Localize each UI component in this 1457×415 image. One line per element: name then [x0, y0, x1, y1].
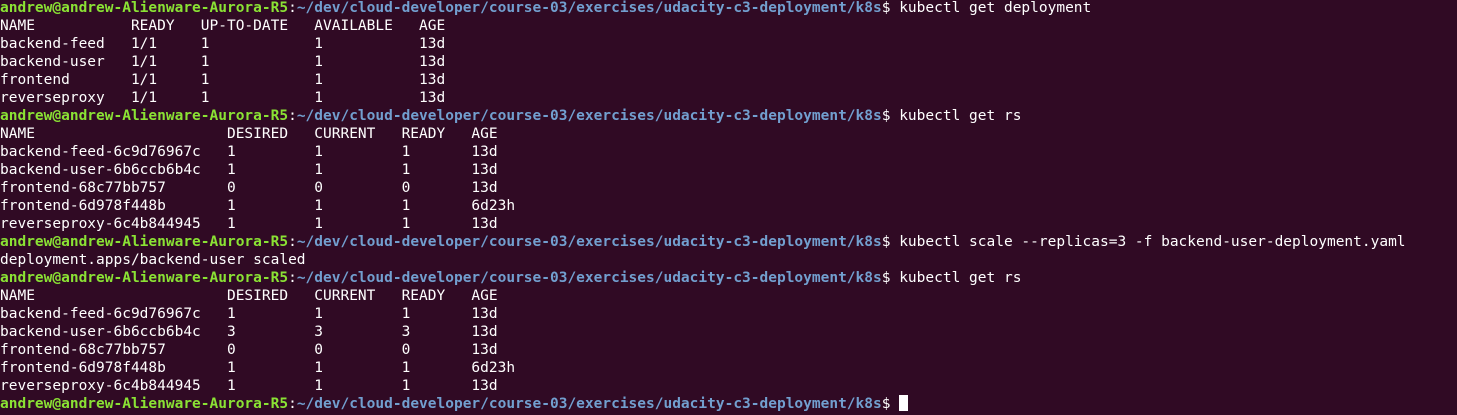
output-line: backend-feed-6c9d76967c 1 1 1 13d	[0, 143, 1457, 161]
output-text: frontend-68c77bb757 0 0 0 13d	[0, 342, 498, 358]
prompt-cwd: ~/dev/cloud-developer/course-03/exercise…	[296, 108, 882, 124]
output-text: NAME READY UP-TO-DATE AVAILABLE AGE	[0, 18, 446, 34]
prompt-cwd: ~/dev/cloud-developer/course-03/exercise…	[296, 270, 882, 286]
output-text: frontend-6d978f448b 1 1 1 6d23h	[0, 360, 516, 376]
prompt-separator: :	[288, 234, 297, 250]
output-line: frontend-68c77bb757 0 0 0 13d	[0, 179, 1457, 197]
output-text: frontend-6d978f448b 1 1 1 6d23h	[0, 198, 516, 214]
prompt-symbol: $	[881, 234, 900, 250]
prompt-symbol: $	[881, 270, 900, 286]
prompt-user-host: andrew@andrew-Alienware-Aurora-R5	[0, 108, 289, 124]
prompt-separator: :	[288, 270, 297, 286]
output-line: NAME DESIRED CURRENT READY AGE	[0, 287, 1457, 305]
output-line: NAME READY UP-TO-DATE AVAILABLE AGE	[0, 17, 1457, 35]
output-text: reverseproxy-6c4b844945 1 1 1 13d	[0, 216, 498, 232]
prompt-separator: :	[288, 108, 297, 124]
prompt-user-host: andrew@andrew-Alienware-Aurora-R5	[0, 270, 289, 286]
prompt-line: andrew@andrew-Alienware-Aurora-R5:~/dev/…	[0, 0, 1457, 17]
prompt-user-host: andrew@andrew-Alienware-Aurora-R5	[0, 396, 289, 412]
output-text: reverseproxy 1/1 1 1 13d	[0, 90, 446, 106]
text-cursor[interactable]	[899, 395, 909, 411]
output-line: frontend-68c77bb757 0 0 0 13d	[0, 341, 1457, 359]
output-line: reverseproxy-6c4b844945 1 1 1 13d	[0, 377, 1457, 395]
output-line: deployment.apps/backend-user scaled	[0, 251, 1457, 269]
output-line: frontend-6d978f448b 1 1 1 6d23h	[0, 359, 1457, 377]
output-line: backend-feed-6c9d76967c 1 1 1 13d	[0, 305, 1457, 323]
prompt-symbol: $	[881, 108, 900, 124]
prompt-line: andrew@andrew-Alienware-Aurora-R5:~/dev/…	[0, 269, 1457, 287]
prompt-separator: :	[288, 396, 297, 412]
output-line: backend-feed 1/1 1 1 13d	[0, 35, 1457, 53]
output-text: backend-user-6b6ccb6b4c 1 1 1 13d	[0, 162, 498, 178]
output-text: backend-user-6b6ccb6b4c 3 3 3 13d	[0, 324, 498, 340]
prompt-user-host: andrew@andrew-Alienware-Aurora-R5	[0, 234, 289, 250]
output-line: frontend 1/1 1 1 13d	[0, 71, 1457, 89]
output-text: deployment.apps/backend-user scaled	[0, 252, 306, 268]
output-line: reverseproxy-6c4b844945 1 1 1 13d	[0, 215, 1457, 233]
command-text: kubectl get rs	[899, 108, 1022, 124]
prompt-cwd: ~/dev/cloud-developer/course-03/exercise…	[296, 234, 882, 250]
output-text: backend-feed 1/1 1 1 13d	[0, 36, 446, 52]
output-line: reverseproxy 1/1 1 1 13d	[0, 89, 1457, 107]
command-text: kubectl get deployment	[899, 0, 1092, 16]
output-text: NAME DESIRED CURRENT READY AGE	[0, 288, 498, 304]
prompt-user-host: andrew@andrew-Alienware-Aurora-R5	[0, 0, 289, 16]
prompt-symbol: $	[881, 396, 900, 412]
prompt-cwd: ~/dev/cloud-developer/course-03/exercise…	[296, 396, 882, 412]
output-text: backend-user 1/1 1 1 13d	[0, 54, 446, 70]
output-line: backend-user 1/1 1 1 13d	[0, 53, 1457, 71]
output-text: frontend 1/1 1 1 13d	[0, 72, 446, 88]
command-text: kubectl get rs	[899, 270, 1022, 286]
output-text: NAME DESIRED CURRENT READY AGE	[0, 126, 498, 142]
prompt-line: andrew@andrew-Alienware-Aurora-R5:~/dev/…	[0, 233, 1457, 251]
terminal-window[interactable]: andrew@andrew-Alienware-Aurora-R5:~/dev/…	[0, 0, 1457, 415]
output-text: backend-feed-6c9d76967c 1 1 1 13d	[0, 144, 498, 160]
output-text: backend-feed-6c9d76967c 1 1 1 13d	[0, 306, 498, 322]
prompt-separator: :	[288, 0, 297, 16]
command-text: kubectl scale --replicas=3 -f backend-us…	[899, 234, 1406, 250]
output-line: backend-user-6b6ccb6b4c 1 1 1 13d	[0, 161, 1457, 179]
output-text: reverseproxy-6c4b844945 1 1 1 13d	[0, 378, 498, 394]
output-line: frontend-6d978f448b 1 1 1 6d23h	[0, 197, 1457, 215]
prompt-symbol: $	[881, 0, 900, 16]
output-line: NAME DESIRED CURRENT READY AGE	[0, 125, 1457, 143]
prompt-line: andrew@andrew-Alienware-Aurora-R5:~/dev/…	[0, 107, 1457, 125]
output-text: frontend-68c77bb757 0 0 0 13d	[0, 180, 498, 196]
output-line: backend-user-6b6ccb6b4c 3 3 3 13d	[0, 323, 1457, 341]
prompt-line: andrew@andrew-Alienware-Aurora-R5:~/dev/…	[0, 395, 1457, 413]
prompt-cwd: ~/dev/cloud-developer/course-03/exercise…	[296, 0, 882, 16]
